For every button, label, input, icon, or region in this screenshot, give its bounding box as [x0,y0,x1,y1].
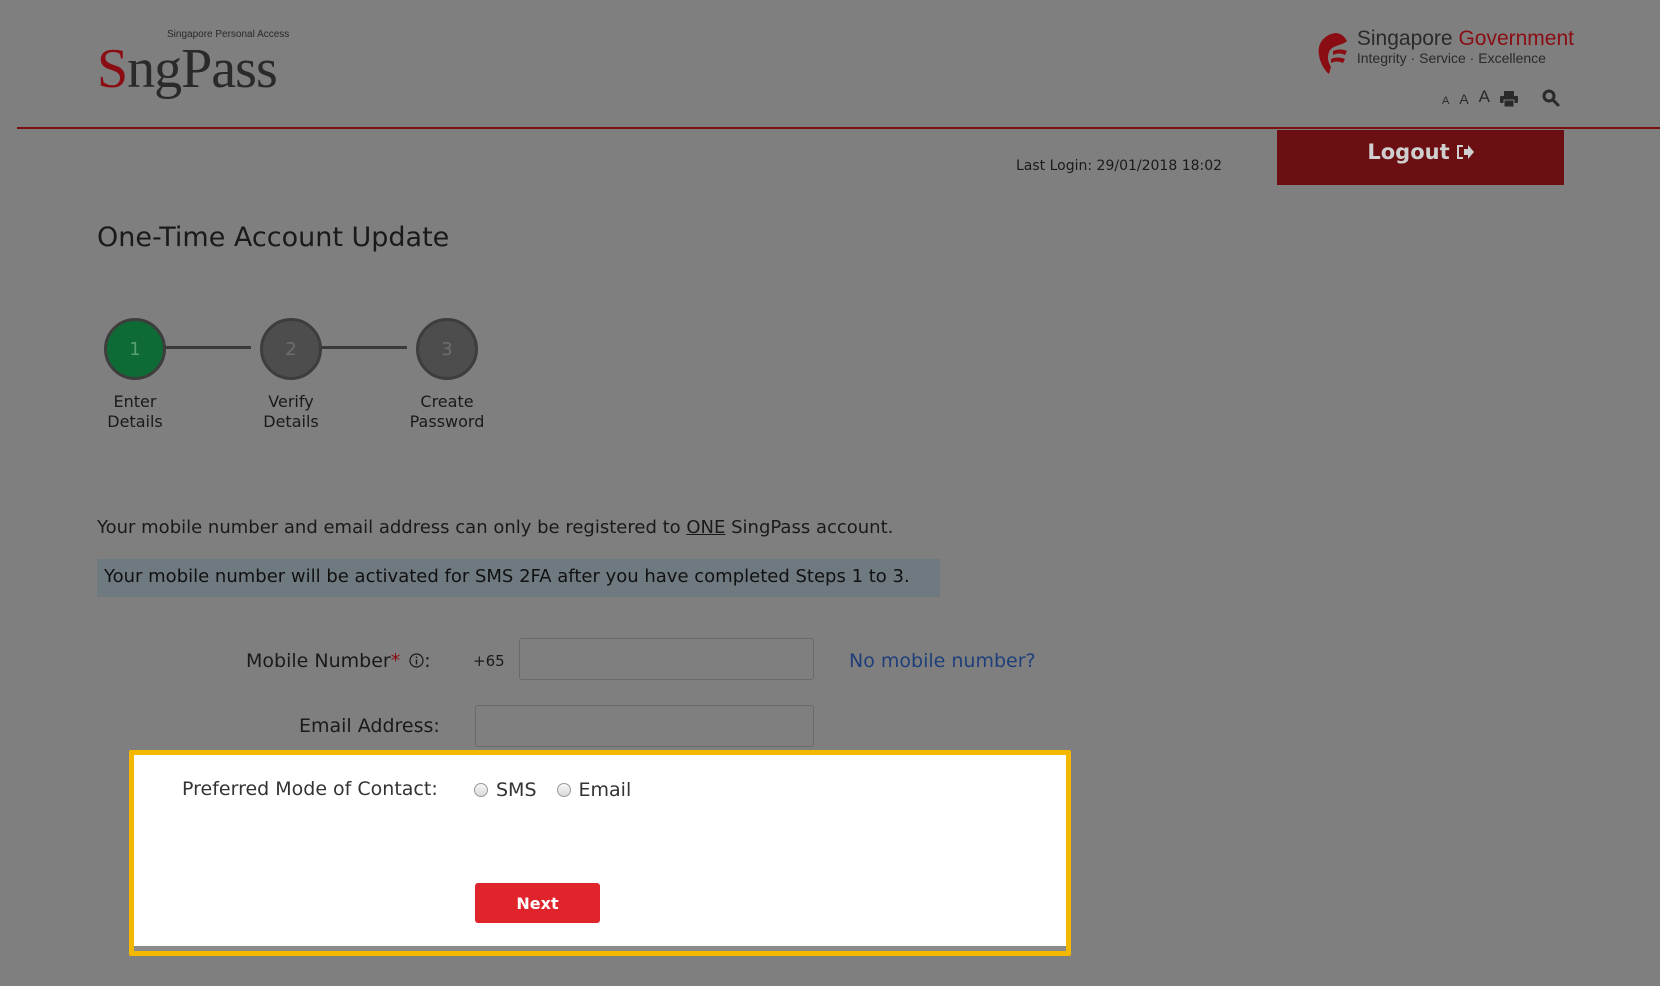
step-3-circle: 3 [416,318,478,380]
mobile-number-label: Mobile Number* : [246,650,431,672]
registration-notice: Your mobile number and email address can… [97,517,894,538]
stepper-connector [311,346,407,349]
search-icon[interactable] [1542,89,1560,107]
print-icon[interactable] [1500,91,1518,107]
logout-icon [1456,144,1474,159]
lion-head-icon [1318,33,1347,74]
gov-title: Singapore Government [1356,27,1574,50]
stepper-connector [155,346,251,349]
step-3-label: Create Password [409,392,485,431]
emphasis-one: ONE [686,517,726,538]
required-asterisk: * [390,650,401,672]
logout-button[interactable]: Logout [1277,130,1564,185]
country-code-prefix: +65 [473,652,505,670]
email-radio[interactable] [556,783,571,797]
logout-label: Logout [1367,139,1450,164]
step-1-circle: 1 [104,318,166,380]
singpass-logo[interactable]: Singapore Personal Access SngPass [97,25,289,97]
step-1-label: Enter Details [107,392,163,431]
font-size-large-button[interactable]: A [1479,87,1490,107]
info-icon[interactable] [409,653,424,668]
gov-tagline: Integrity · Service · Excellence [1356,50,1546,67]
page-title: One-Time Account Update [97,222,450,253]
preferred-contact-radio-group: SMS Email [474,779,643,801]
preferred-contact-label: Preferred Mode of Contact: [182,778,438,800]
sms-radio-label[interactable]: SMS [496,779,537,801]
next-button[interactable]: Next [475,883,600,923]
last-login-text: Last Login: 29/01/2018 18:02 [1016,158,1223,174]
site-header: Singapore Personal Access SngPass Singap… [17,5,1660,129]
font-size-medium-button[interactable]: A [1459,91,1468,107]
accessibility-tools: A A A [1442,87,1560,107]
step-2-circle: 2 [260,318,322,380]
step-2-label: Verify Details [263,392,319,431]
logo-subtitle: Singapore Personal Access [167,29,290,40]
email-address-label: Email Address: [299,715,440,737]
sms-2fa-notice: Your mobile number will be activated for… [97,559,940,597]
mobile-number-input[interactable] [519,638,814,680]
email-radio-label[interactable]: Email [579,779,632,801]
font-size-small-button[interactable]: A [1442,95,1449,107]
sms-radio[interactable] [474,783,488,797]
email-address-input[interactable] [475,705,814,747]
no-mobile-number-link[interactable]: No mobile number? [849,650,1036,672]
singapore-government-logo[interactable]: Singapore Government Integrity · Service… [1315,27,1574,75]
